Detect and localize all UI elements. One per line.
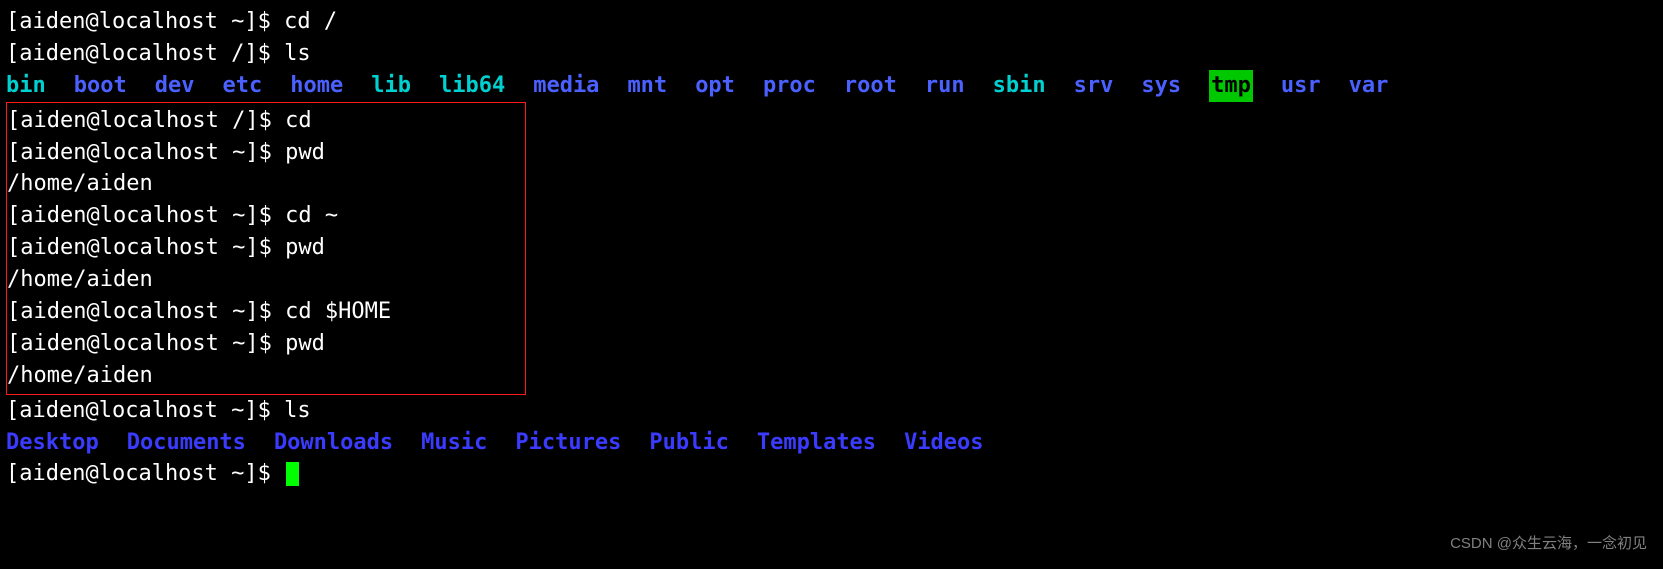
shell-prompt: [aiden@localhost ~]$ — [7, 203, 285, 228]
shell-prompt: [aiden@localhost ~]$ — [7, 299, 285, 324]
ls-entry: media — [533, 70, 599, 102]
cursor-icon — [286, 462, 299, 486]
shell-command: pwd — [285, 235, 325, 260]
shell-prompt: [aiden@localhost ~]$ — [7, 331, 285, 356]
ls-entry: dev — [155, 70, 195, 102]
ls-entry: Downloads — [274, 427, 393, 459]
shell-prompt: [aiden@localhost ~]$ — [7, 140, 285, 165]
ls-entry: srv — [1074, 70, 1114, 102]
ls-entry: usr — [1281, 70, 1321, 102]
prompt-line: [aiden@localhost ~]$ pwd — [7, 328, 521, 360]
prompt-line: [aiden@localhost /]$ ls — [6, 38, 1657, 70]
ls-entry: Videos — [904, 427, 983, 459]
shell-command: pwd — [285, 331, 325, 356]
ls-entry: var — [1349, 70, 1389, 102]
shell-command: ls — [284, 41, 311, 66]
ls-entry: Pictures — [515, 427, 621, 459]
ls-entry: sys — [1141, 70, 1181, 102]
prompt-line: [aiden@localhost ~]$ cd / — [6, 6, 1657, 38]
shell-prompt: [aiden@localhost ~]$ — [6, 398, 284, 423]
ls-entry: opt — [695, 70, 735, 102]
command-output: /home/aiden — [7, 264, 521, 296]
shell-command: pwd — [285, 140, 325, 165]
shell-prompt: [aiden@localhost ~]$ — [6, 9, 284, 34]
ls-entry: Public — [649, 427, 728, 459]
ls-entry: home — [290, 70, 343, 102]
highlighted-box: [aiden@localhost /]$ cd [aiden@localhost… — [6, 102, 526, 395]
ls-entry: Music — [421, 427, 487, 459]
ls-entry: tmp — [1209, 70, 1253, 102]
ls-output-home: Desktop Documents Downloads Music Pictures Pu… — [6, 427, 1657, 459]
ls-entry: run — [925, 70, 965, 102]
shell-command: cd $HOME — [285, 299, 391, 324]
ls-entry: root — [844, 70, 897, 102]
shell-prompt: [aiden@localhost /]$ — [7, 108, 285, 133]
command-output: /home/aiden — [7, 360, 521, 392]
ls-entry: bin — [6, 70, 46, 102]
ls-entry: lib64 — [439, 70, 505, 102]
command-output: /home/aiden — [7, 168, 521, 200]
ls-entry: Desktop — [6, 427, 99, 459]
shell-command: ls — [284, 398, 311, 423]
watermark-text: CSDN @众生云海，一念初见 — [1450, 533, 1647, 555]
prompt-line-current[interactable]: [aiden@localhost ~]$ — [6, 458, 1657, 490]
ls-entry: boot — [74, 70, 127, 102]
ls-entry: proc — [763, 70, 816, 102]
shell-prompt: [aiden@localhost ~]$ — [6, 461, 284, 486]
shell-command: cd — [285, 108, 312, 133]
ls-entry: mnt — [627, 70, 667, 102]
shell-command: cd ~ — [285, 203, 338, 228]
terminal-output[interactable]: [aiden@localhost ~]$ cd / [aiden@localho… — [6, 6, 1657, 490]
ls-entry: Documents — [127, 427, 246, 459]
ls-entry: sbin — [993, 70, 1046, 102]
shell-prompt: [aiden@localhost /]$ — [6, 41, 284, 66]
prompt-line: [aiden@localhost /]$ cd — [7, 105, 521, 137]
shell-command: cd / — [284, 9, 337, 34]
prompt-line: [aiden@localhost ~]$ pwd — [7, 232, 521, 264]
ls-entry: etc — [222, 70, 262, 102]
prompt-line: [aiden@localhost ~]$ pwd — [7, 137, 521, 169]
shell-prompt: [aiden@localhost ~]$ — [7, 235, 285, 260]
prompt-line: [aiden@localhost ~]$ cd ~ — [7, 200, 521, 232]
prompt-line: [aiden@localhost ~]$ cd $HOME — [7, 296, 521, 328]
ls-entry: lib — [371, 70, 411, 102]
ls-output-root: binbootdevetchomelib lib64 media mntoptproc… — [6, 70, 1657, 102]
ls-entry: Templates — [757, 427, 876, 459]
prompt-line: [aiden@localhost ~]$ ls — [6, 395, 1657, 427]
